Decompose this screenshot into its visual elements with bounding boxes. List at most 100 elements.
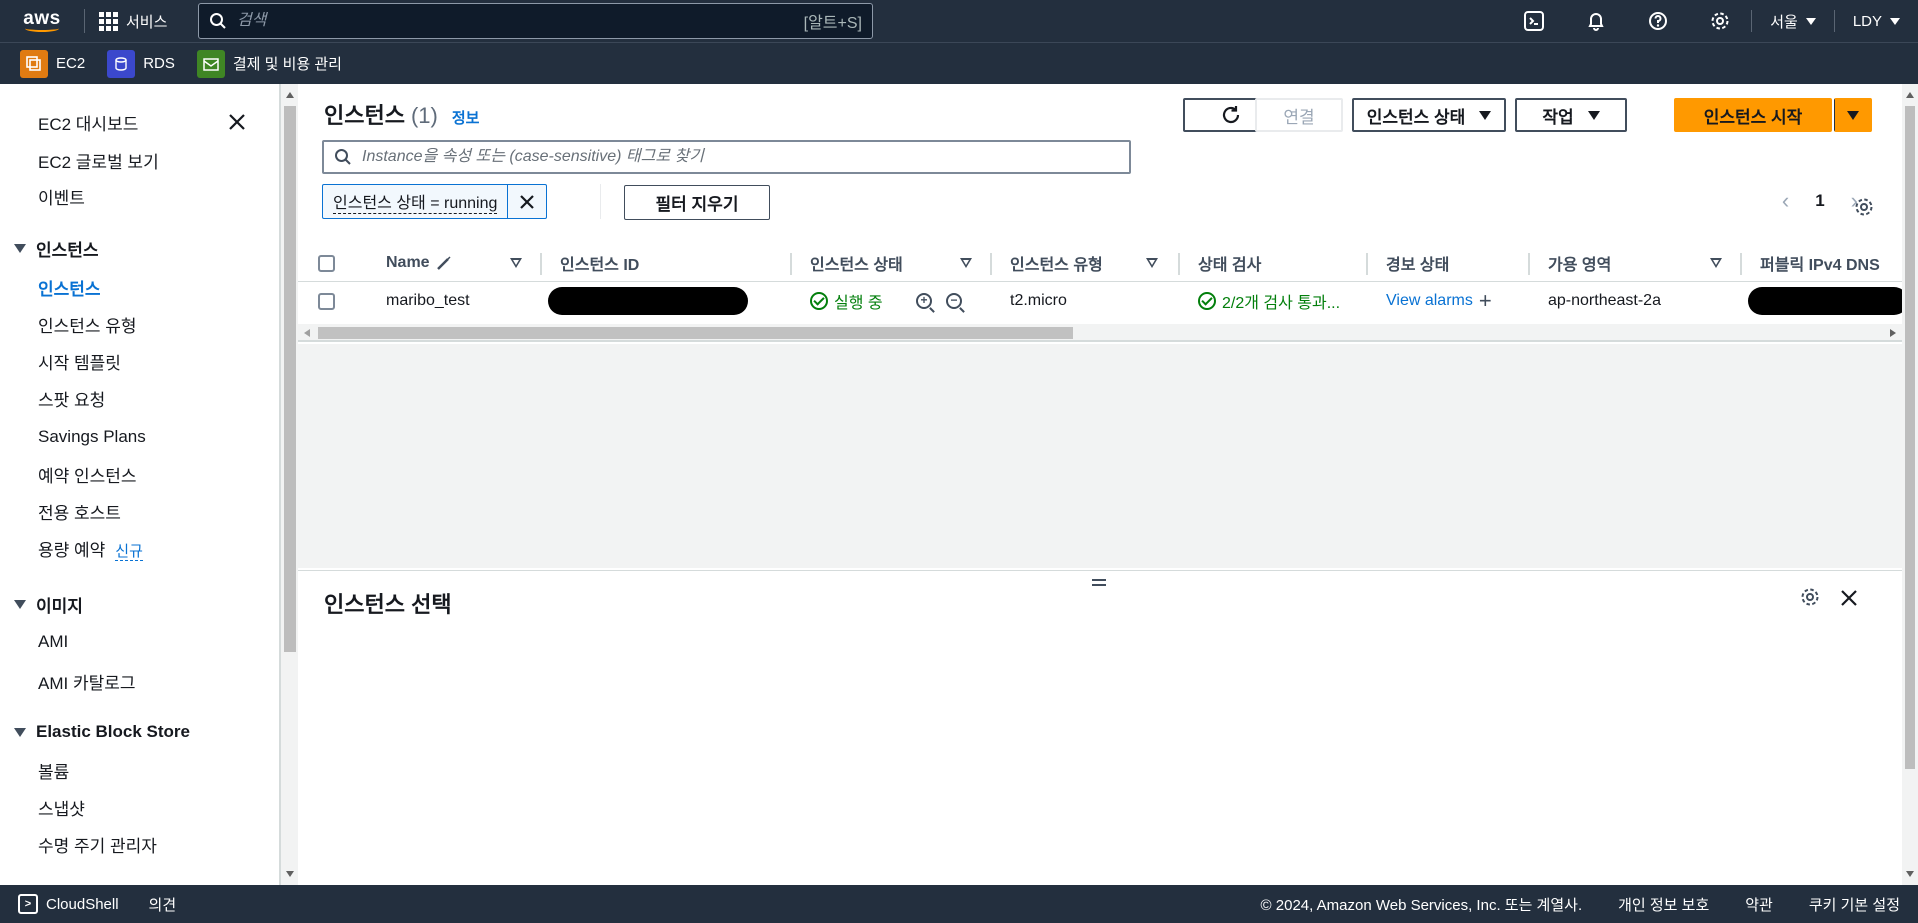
connect-button[interactable]: 연결 — [1255, 98, 1343, 132]
scroll-up-icon[interactable] — [1906, 92, 1914, 98]
select-all-checkbox[interactable] — [318, 244, 335, 282]
instance-state-button[interactable]: 인스턴스 상태 — [1352, 98, 1506, 132]
cell-instance-id[interactable] — [548, 282, 748, 320]
column-divider[interactable] — [540, 253, 542, 275]
feedback-link[interactable]: 의견 — [149, 894, 177, 915]
info-link[interactable]: 정보 — [452, 107, 480, 128]
clear-filters-button[interactable]: 필터 지우기 — [624, 185, 770, 220]
region-selector[interactable]: 서울 — [1752, 11, 1834, 32]
sidebar-item-events[interactable]: 이벤트 — [38, 184, 85, 209]
scroll-down-icon[interactable] — [1906, 871, 1914, 877]
cookie-preferences-link[interactable]: 쿠키 기본 설정 — [1809, 894, 1900, 915]
column-divider[interactable] — [1178, 253, 1180, 275]
current-page[interactable]: 1 — [1815, 191, 1824, 211]
global-search-input[interactable] — [237, 12, 804, 30]
sort-icon[interactable] — [1146, 258, 1158, 268]
favorite-rds[interactable]: RDS — [107, 49, 175, 78]
column-divider[interactable] — [790, 253, 792, 275]
table-header: Name 인스턴스 ID 인스턴스 상태 인스턴스 유형 상태 검사 경보 상태… — [298, 244, 1902, 282]
sidebar-item-ec2-dashboard[interactable]: EC2 대시보드 — [38, 110, 138, 135]
sidebar-section-instances[interactable]: 인스턴스 — [14, 236, 99, 261]
view-alarms-link[interactable]: View alarms — [1386, 292, 1473, 310]
favorite-billing[interactable]: 결제 및 비용 관리 — [196, 49, 342, 78]
column-header-instance-state[interactable]: 인스턴스 상태 — [810, 244, 903, 282]
scroll-left-icon[interactable] — [304, 329, 310, 337]
filter-input[interactable] — [362, 148, 1119, 166]
cloudshell-button[interactable]: > CloudShell — [18, 894, 119, 914]
column-divider[interactable] — [1366, 253, 1368, 275]
close-detail-button[interactable] — [1840, 583, 1858, 614]
sidebar-item-ami-catalog[interactable]: AMI 카탈로그 — [38, 669, 136, 694]
table-horizontal-scrollbar[interactable] — [298, 324, 1902, 342]
main-scrollbar[interactable] — [1902, 84, 1918, 885]
column-divider[interactable] — [1528, 253, 1530, 275]
table-row[interactable]: maribo_test 실행 중 + − t2.micro 2/2개 검사 통과… — [298, 282, 1902, 320]
zoom-out-button[interactable]: − — [946, 282, 962, 320]
sidebar-scrollbar[interactable] — [280, 84, 298, 885]
column-header-public-ipv4-dns[interactable]: 퍼블릭 IPv4 DNS — [1760, 244, 1880, 282]
global-search[interactable]: [알트+S] — [198, 3, 873, 39]
row-checkbox[interactable] — [318, 282, 335, 320]
split-panel-drag-handle[interactable] — [1090, 570, 1108, 596]
ec2-icon — [20, 49, 48, 78]
settings-button[interactable] — [1689, 0, 1751, 42]
zoom-in-icon: + — [916, 293, 932, 309]
column-header-instance-id[interactable]: 인스턴스 ID — [560, 244, 639, 282]
chevron-left-icon[interactable]: ‹ — [1782, 188, 1789, 214]
sort-icon[interactable] — [960, 258, 972, 268]
scrollbar-thumb[interactable] — [318, 327, 1073, 339]
zoom-in-button[interactable]: + — [916, 282, 932, 320]
add-alarm-icon[interactable]: + — [1479, 288, 1492, 314]
sidebar-item-lifecycle-manager[interactable]: 수명 주기 관리자 — [38, 832, 157, 857]
instance-filter[interactable] — [322, 140, 1131, 174]
close-sidebar-button[interactable] — [228, 110, 246, 138]
column-header-instance-type[interactable]: 인스턴스 유형 — [1010, 244, 1103, 282]
filter-token-label[interactable]: 인스턴스 상태 = running — [323, 185, 509, 218]
sidebar-item-instances[interactable]: 인스턴스 — [38, 275, 101, 300]
column-header-availability-zone[interactable]: 가용 영역 — [1548, 244, 1611, 282]
sidebar-item-ami[interactable]: AMI — [38, 632, 68, 652]
sidebar-item-dedicated-hosts[interactable]: 전용 호스트 — [38, 499, 121, 524]
column-divider[interactable] — [1740, 253, 1742, 275]
column-header-status-check[interactable]: 상태 검사 — [1198, 244, 1261, 282]
sidebar-item-spot-requests[interactable]: 스팟 요청 — [38, 386, 105, 411]
aws-logo[interactable]: aws — [14, 0, 70, 42]
sort-icon[interactable] — [1710, 258, 1722, 268]
favorite-ec2[interactable]: EC2 — [20, 49, 85, 78]
sidebar-item-instance-types[interactable]: 인스턴스 유형 — [38, 312, 137, 337]
launch-instance-button[interactable]: 인스턴스 시작 — [1674, 98, 1832, 132]
column-header-alarm-status[interactable]: 경보 상태 — [1386, 244, 1449, 282]
scroll-right-icon[interactable] — [1890, 329, 1896, 337]
account-menu[interactable]: LDY — [1835, 13, 1918, 30]
sort-icon[interactable] — [510, 258, 522, 268]
detail-preferences-button[interactable] — [1800, 587, 1820, 613]
divider — [600, 184, 601, 219]
table-preferences-button[interactable] — [1854, 197, 1874, 223]
sidebar-item-capacity-reservations[interactable]: 용량 예약 신규 — [38, 536, 143, 561]
cloudshell-nav-button[interactable] — [1503, 0, 1565, 42]
services-button[interactable]: 서비스 — [99, 11, 167, 32]
sidebar-section-images[interactable]: 이미지 — [14, 592, 83, 617]
notifications-button[interactable] — [1565, 0, 1627, 42]
actions-button[interactable]: 작업 — [1515, 98, 1627, 132]
sidebar-item-reserved-instances[interactable]: 예약 인스턴스 — [38, 462, 137, 487]
remove-token-button[interactable] — [508, 185, 546, 218]
sidebar-item-launch-templates[interactable]: 시작 템플릿 — [38, 349, 121, 374]
column-header-name[interactable]: Name — [386, 244, 452, 282]
scroll-up-icon[interactable] — [286, 92, 294, 98]
column-divider[interactable] — [990, 253, 992, 275]
sidebar-item-volumes[interactable]: 볼륨 — [38, 758, 69, 783]
cell-public-dns[interactable] — [1748, 282, 1902, 320]
terms-link[interactable]: 약관 — [1745, 894, 1773, 915]
sidebar-item-savings-plans[interactable]: Savings Plans — [38, 427, 146, 447]
privacy-link[interactable]: 개인 정보 보호 — [1618, 894, 1709, 915]
scrollbar-thumb[interactable] — [1905, 106, 1915, 769]
sidebar-section-ebs[interactable]: Elastic Block Store — [14, 722, 190, 742]
sidebar-item-ec2-global-view[interactable]: EC2 글로벌 보기 — [38, 148, 159, 173]
detail-panel-title: 인스턴스 선택 — [324, 592, 452, 617]
scroll-down-icon[interactable] — [286, 871, 294, 877]
launch-instance-dropdown[interactable] — [1834, 98, 1872, 132]
scrollbar-thumb[interactable] — [284, 106, 296, 652]
sidebar-item-snapshots[interactable]: 스냅샷 — [38, 795, 85, 820]
help-button[interactable] — [1627, 0, 1689, 42]
